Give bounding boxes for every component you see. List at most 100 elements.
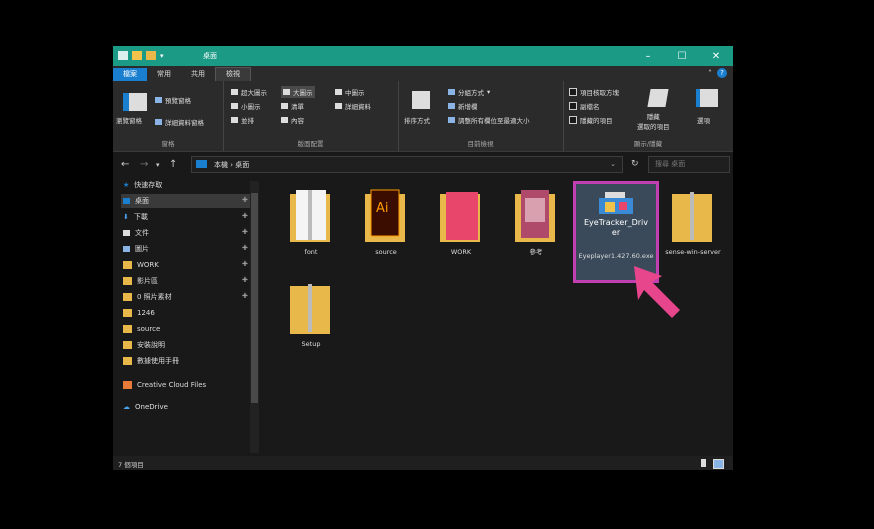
- explorer-window: ▾ 桌面 – ☐ ✕ 檔案 常用 共用 檢視 ˄ ? 瀏覽窗格 預覽窗格 詳細資…: [113, 46, 733, 470]
- details-pane-icon: [155, 119, 162, 125]
- sidebar-item-1246[interactable]: 1246: [123, 306, 155, 320]
- hide-selected-icon[interactable]: [647, 89, 669, 107]
- up-icon[interactable]: ↑: [169, 159, 177, 170]
- desktop-icon: [123, 198, 130, 204]
- search-input[interactable]: 搜尋 桌面: [648, 156, 730, 173]
- sidebar-item-downloads[interactable]: ⬇ 下載: [123, 210, 148, 224]
- file-name: WORK: [450, 248, 472, 256]
- layout-xl[interactable]: 超大圖示: [231, 87, 267, 97]
- sidebar-item-quick-access[interactable]: ★ 快速存取: [123, 178, 162, 192]
- address-bar[interactable]: 本機 › 桌面 ⌄: [191, 156, 623, 173]
- hide-selected-button[interactable]: 隱藏 選取的項目: [637, 111, 670, 131]
- cloud-icon: ☁: [123, 403, 130, 411]
- pointer-arrow-icon: [634, 266, 680, 318]
- title-bar: ▾ 桌面 – ☐ ✕: [113, 46, 733, 66]
- preview-pane-button[interactable]: 預覽窗格: [155, 95, 191, 105]
- tab-file[interactable]: 檔案: [113, 68, 147, 81]
- folder-icon: [123, 261, 132, 269]
- address-dropdown-icon[interactable]: ⌄: [610, 160, 616, 168]
- layout-details[interactable]: 詳細資料: [335, 101, 371, 111]
- close-button[interactable]: ✕: [699, 46, 733, 66]
- tab-view[interactable]: 檢視: [215, 67, 251, 81]
- sort-button[interactable]: 排序方式: [404, 115, 430, 125]
- layout-group: 超大圖示 大圖示 中圖示 小圖示 清單 詳細資料 並排 內容 版面配置: [223, 81, 399, 151]
- layout-tiles[interactable]: 並排: [231, 115, 254, 125]
- group-by-button[interactable]: 分組方式 ▾: [448, 87, 490, 97]
- options-button[interactable]: 選項: [697, 115, 710, 125]
- file-name: 參考: [529, 248, 543, 256]
- sidebar-item-manual[interactable]: 數據使用手冊: [123, 354, 179, 368]
- maximize-button[interactable]: ☐: [665, 46, 699, 66]
- file-name: sense-win-server: [665, 248, 721, 256]
- hidden-items-toggle[interactable]: 隱藏的項目: [569, 115, 613, 125]
- sidebar-item-source[interactable]: source: [123, 322, 160, 336]
- folder-icon: [123, 357, 132, 365]
- large-icons-view-icon[interactable]: [713, 459, 724, 469]
- search-placeholder: 搜尋 桌面: [655, 160, 686, 168]
- folder-icon: [123, 325, 132, 333]
- show-hide-label: 顯示/隱藏: [633, 140, 663, 148]
- layout-medium[interactable]: 中圖示: [335, 87, 365, 97]
- document-folder-icon: [515, 190, 555, 242]
- show-hide-group: 項目核取方塊 副檔名 隱藏的項目 隱藏 選取的項目 選項 顯示/隱藏: [563, 81, 733, 151]
- qat-dropdown-icon[interactable]: ▾: [160, 52, 164, 60]
- file-item-reference[interactable]: 參考: [500, 186, 572, 276]
- forward-icon[interactable]: →: [140, 159, 148, 170]
- illustrator-folder-icon: Ai: [365, 189, 405, 242]
- sidebar-item-install-guide[interactable]: 安裝說明: [123, 338, 165, 352]
- fit-columns-button[interactable]: 調整所有欄位至最適大小: [448, 115, 530, 125]
- extensions-toggle[interactable]: 副檔名: [569, 101, 600, 111]
- preview-pane-icon: [155, 97, 162, 103]
- layout-content[interactable]: 內容: [281, 115, 304, 125]
- item-checkboxes-toggle[interactable]: 項目核取方塊: [569, 87, 619, 97]
- collapse-ribbon-icon[interactable]: ˄: [708, 69, 712, 78]
- back-icon[interactable]: ←: [121, 159, 129, 170]
- sidebar-item-pictures[interactable]: 圖片: [123, 242, 149, 256]
- pin-icon: ✚: [242, 292, 248, 300]
- refresh-icon[interactable]: ↻: [631, 159, 639, 169]
- details-pane-button[interactable]: 詳細資料窗格: [155, 117, 204, 127]
- file-item-font[interactable]: font: [275, 186, 347, 276]
- details-view-icon[interactable]: [701, 459, 706, 467]
- zip-folder-icon: [290, 284, 330, 334]
- panes-group-label: 窗格: [161, 140, 175, 148]
- help-icon[interactable]: ?: [717, 68, 727, 78]
- recent-dropdown-icon[interactable]: ▾: [156, 161, 160, 169]
- nav-pane-button[interactable]: 瀏覽窗格: [116, 115, 142, 125]
- layout-list[interactable]: 清單: [281, 101, 304, 111]
- sidebar-item-videos[interactable]: 影片區: [123, 274, 158, 288]
- file-item-work[interactable]: WORK: [425, 186, 497, 276]
- layout-large[interactable]: 大圖示: [281, 86, 315, 98]
- file-item-source[interactable]: Ai source: [350, 186, 422, 276]
- new-folder-icon[interactable]: [146, 51, 156, 60]
- desktop-location-icon: [196, 160, 207, 168]
- star-icon: ★: [123, 181, 130, 189]
- sidebar-item-documents[interactable]: 文件: [123, 226, 149, 240]
- sidebar-item-work[interactable]: WORK: [123, 258, 159, 272]
- sidebar-item-desktop[interactable]: 桌面: [121, 194, 251, 208]
- properties-icon[interactable]: [132, 51, 142, 60]
- scrollbar-thumb[interactable]: [251, 193, 258, 403]
- tab-share[interactable]: 共用: [181, 68, 215, 81]
- pin-icon: ✚: [242, 276, 248, 284]
- pin-icon: ✚: [242, 228, 248, 236]
- file-item-setup[interactable]: Setup: [275, 278, 347, 368]
- sidebar-scrollbar[interactable]: [250, 181, 259, 453]
- sidebar-item-photos[interactable]: 0 照片素材: [123, 290, 172, 304]
- layout-small[interactable]: 小圖示: [231, 101, 261, 111]
- add-column-button[interactable]: 新增欄: [448, 101, 478, 111]
- minimize-button[interactable]: –: [631, 46, 665, 66]
- nav-pane-icon[interactable]: [123, 93, 147, 111]
- sidebar-item-onedrive[interactable]: ☁ OneDrive: [123, 400, 168, 414]
- file-name: Eyeplayer1.427.60.exe: [578, 252, 654, 260]
- options-icon[interactable]: [696, 89, 718, 107]
- sort-icon[interactable]: [412, 91, 430, 109]
- sidebar-item-creative-cloud[interactable]: Creative Cloud Files: [123, 378, 206, 392]
- ribbon-tabs: 檔案 常用 共用 檢視 ˄ ?: [113, 66, 733, 81]
- status-bar: 7 個項目: [113, 456, 733, 470]
- item-count: 7 個項目: [118, 461, 144, 469]
- tab-home[interactable]: 常用: [147, 68, 181, 81]
- zip-folder-icon: [290, 190, 330, 242]
- pin-icon: ✚: [242, 212, 248, 220]
- download-icon: ⬇: [123, 213, 129, 221]
